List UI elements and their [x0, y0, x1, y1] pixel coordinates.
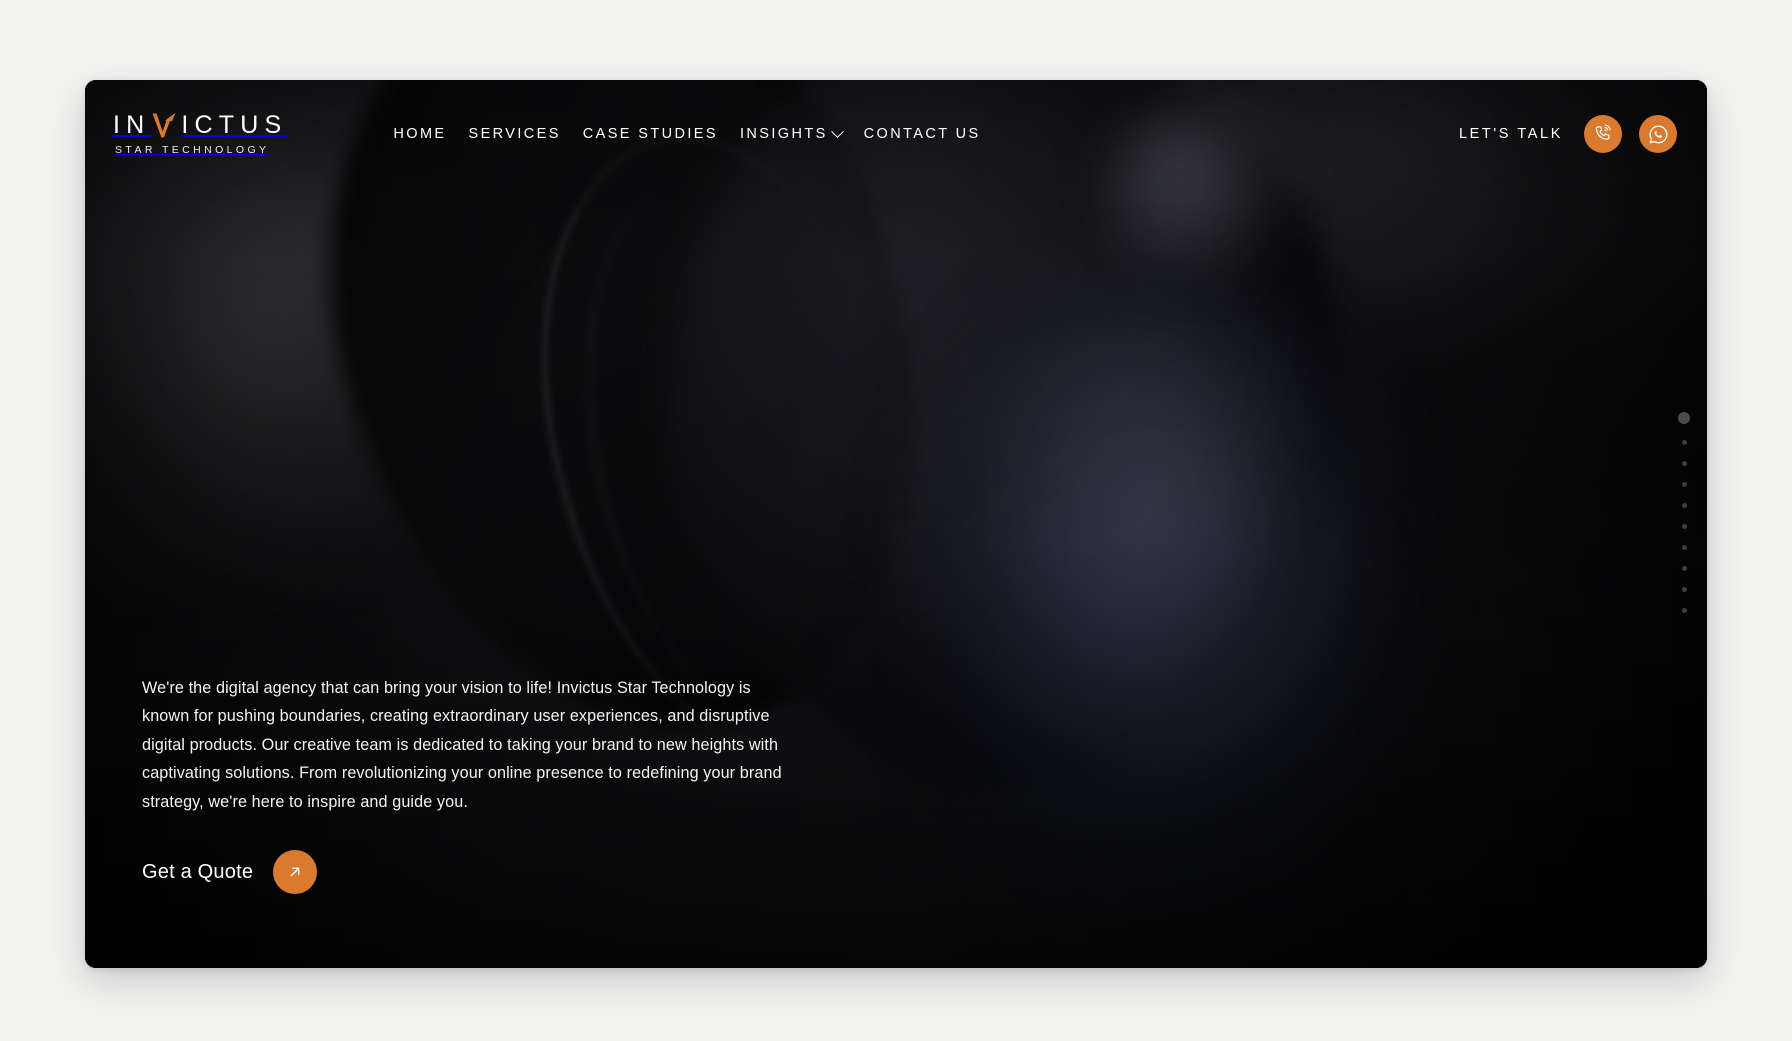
brand-logo-wordmark: IN ICTUS [113, 112, 287, 139]
slide-dot-4[interactable] [1681, 482, 1687, 487]
page-root: IN ICTUS STAR TECHNOLOGY HOME SERVICES C… [0, 0, 1792, 1041]
get-a-quote-label: Get a Quote [142, 860, 254, 883]
lets-talk-link[interactable]: LET'S TALK [1459, 126, 1563, 142]
chevron-down-icon [830, 124, 844, 138]
nav-item-home[interactable]: HOME [393, 120, 446, 148]
slide-dot-1[interactable] [1678, 412, 1690, 424]
brand-logo[interactable]: IN ICTUS STAR TECHNOLOGY [113, 112, 287, 157]
nav-item-case-studies[interactable]: CASE STUDIES [583, 120, 718, 148]
slide-dot-9[interactable] [1681, 587, 1687, 592]
slide-dot-2[interactable] [1681, 440, 1687, 445]
nav-item-insights-label: INSIGHTS [739, 126, 828, 142]
nav-item-services[interactable]: SERVICES [469, 120, 561, 148]
nav-item-services-label: SERVICES [468, 126, 561, 142]
phone-call-icon [1595, 124, 1611, 140]
nav-item-contact-us-label: CONTACT US [863, 126, 981, 142]
slide-dot-8[interactable] [1681, 566, 1687, 571]
slide-dot-10[interactable] [1681, 608, 1687, 613]
site-header: IN ICTUS STAR TECHNOLOGY HOME SERVICES C… [85, 80, 1707, 188]
slide-dot-6[interactable] [1681, 524, 1687, 529]
arrow-up-right-icon [273, 850, 318, 894]
get-a-quote-button[interactable]: Get a Quote [142, 850, 318, 894]
nav-item-home-label: HOME [393, 126, 447, 142]
hero-paragraph: We're the digital agency that can bring … [142, 678, 782, 811]
slide-indicator-dots [1678, 412, 1690, 613]
brand-tagline: STAR TECHNOLOGY [115, 144, 270, 156]
brand-logo-v-mark [151, 112, 177, 139]
brand-name-part-1: IN [113, 111, 151, 139]
hero-card: IN ICTUS STAR TECHNOLOGY HOME SERVICES C… [85, 80, 1707, 968]
slide-dot-3[interactable] [1681, 461, 1687, 466]
slide-dot-7[interactable] [1681, 545, 1687, 550]
whatsapp-icon [1649, 125, 1667, 143]
header-actions: LET'S TALK [1459, 115, 1677, 153]
whatsapp-button[interactable] [1639, 115, 1677, 153]
slide-dot-5[interactable] [1681, 503, 1687, 508]
brand-name-part-2: ICTUS [181, 111, 288, 139]
nav-item-insights[interactable]: INSIGHTS [739, 120, 844, 148]
hero-content: We're the digital agency that can bring … [142, 674, 842, 894]
nav-item-contact-us[interactable]: CONTACT US [864, 120, 981, 148]
phone-call-button[interactable] [1584, 115, 1622, 153]
nav-item-case-studies-label: CASE STUDIES [582, 126, 718, 142]
main-navigation: HOME SERVICES CASE STUDIES INSIGHTS CONT… [393, 120, 980, 148]
